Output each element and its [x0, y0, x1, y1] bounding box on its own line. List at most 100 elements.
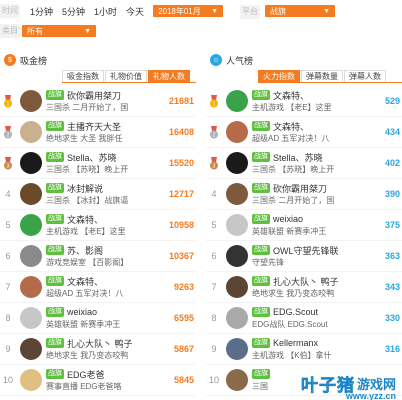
- table-row[interactable]: 7 战旗 文森特、 超级AD 五军对决！八 9263: [0, 272, 196, 303]
- tab-fire-index[interactable]: 火力指数: [258, 70, 300, 82]
- streamer-name[interactable]: 砍你霸用桀刀: [67, 89, 121, 102]
- avatar[interactable]: [20, 183, 42, 205]
- avatar[interactable]: [20, 338, 42, 360]
- avatar[interactable]: [20, 90, 42, 112]
- platform-badge: 战旗: [252, 183, 270, 193]
- platform-badge: 战旗: [46, 183, 64, 193]
- streamer-name[interactable]: 冰封解说: [67, 182, 103, 195]
- avatar[interactable]: [226, 307, 248, 329]
- streamer-name[interactable]: 扎心大队丶 鸭子: [67, 337, 133, 350]
- table-row[interactable]: 5 战旗 文森特、 主机游戏 【老E】这里 10958: [0, 210, 196, 241]
- table-row[interactable]: 8 战旗 weixiao 英雄联盟 新赛季冲王 6595: [0, 303, 196, 334]
- time-option-1min[interactable]: 1分钟: [30, 5, 53, 18]
- time-option-1hour[interactable]: 1小时: [94, 5, 117, 18]
- watermark-url: www.yzz.cn: [345, 391, 396, 400]
- rank-number: 8: [5, 313, 11, 323]
- table-row[interactable]: 8 战旗 EDG.Scout EDG战队 EDG.Scout 330: [206, 303, 402, 334]
- stream-description: 绝地求生 我乃变态咬鸭: [252, 288, 335, 298]
- platform-dropdown[interactable]: 战旗 ▼: [265, 5, 335, 17]
- avatar[interactable]: [226, 245, 248, 267]
- streamer-name[interactable]: 扎心大队丶 鸭子: [273, 275, 339, 288]
- avatar[interactable]: [20, 121, 42, 143]
- people-icon: ☺: [210, 54, 222, 66]
- table-row[interactable]: 2 战旗 文森特、 超级AD 五军对决！八 434: [206, 117, 402, 148]
- streamer-name[interactable]: Stella、苏晓: [67, 151, 117, 164]
- streamer-info: 战旗 文森特、 主机游戏 【老E】这里: [46, 213, 160, 238]
- streamer-name[interactable]: 文森特、: [273, 89, 309, 102]
- rank-value: 6595: [173, 313, 194, 323]
- streamer-name[interactable]: 苏、影阁: [67, 244, 103, 257]
- tab-danmaku-count[interactable]: 弹幕数量: [301, 70, 343, 82]
- table-row[interactable]: 6 战旗 OWL守望先锋联 守望先锋 363: [206, 241, 402, 272]
- rank-value: 375: [384, 220, 400, 230]
- table-row[interactable]: 7 战旗 扎心大队丶 鸭子 绝地求生 我乃变态咬鸭 343: [206, 272, 402, 303]
- stream-description: 绝地求生 我乃变态咬鸭: [46, 350, 129, 360]
- table-row[interactable]: 3 战旗 Stella、苏晓 三国杀 【苏晓】晚上开 15520: [0, 148, 196, 179]
- platform-badge: 战旗: [252, 307, 270, 317]
- avatar[interactable]: [226, 121, 248, 143]
- avatar[interactable]: [226, 369, 248, 391]
- streamer-info: 战旗 文森特、 主机游戏 【老E】这里: [252, 89, 372, 114]
- streamer-name[interactable]: 主播齐天大圣: [67, 120, 121, 133]
- streamer-info: 战旗 扎心大队丶 鸭子 绝地求生 我乃变态咬鸭: [252, 275, 372, 300]
- avatar[interactable]: [20, 152, 42, 174]
- platform-badge: 战旗: [46, 152, 64, 162]
- tab-danmaku-users[interactable]: 弹幕人数: [344, 70, 386, 82]
- avatar[interactable]: [20, 245, 42, 267]
- stream-description: 三国杀 二月开始了，国: [46, 102, 129, 112]
- table-row[interactable]: 9 战旗 扎心大队丶 鸭子 绝地求生 我乃变态咬鸭 5867: [0, 334, 196, 365]
- streamer-name[interactable]: EDG老爸: [67, 368, 105, 381]
- streamer-info: 战旗 Stella、苏晓 三国杀 【苏晓】晚上开: [46, 151, 160, 176]
- avatar[interactable]: [20, 307, 42, 329]
- medal-icon: 3: [4, 156, 12, 169]
- streamer-name[interactable]: Stella、苏晓: [273, 151, 323, 164]
- time-option-5min[interactable]: 5分钟: [62, 5, 85, 18]
- tab-gold-index[interactable]: 吸金指数: [62, 70, 104, 82]
- avatar[interactable]: [226, 183, 248, 205]
- streamer-name[interactable]: 文森特、: [273, 120, 309, 133]
- avatar[interactable]: [20, 214, 42, 236]
- table-row[interactable]: 10 战旗 EDG老爸 赛事直播 EDG老爸咯 5845: [0, 365, 196, 396]
- streamer-info: 战旗 砍你霸用桀刀 三国杀 二月开始了，国: [46, 89, 160, 114]
- streamer-name[interactable]: Kellermanx: [273, 338, 318, 348]
- platform-badge: 战旗: [252, 338, 270, 348]
- streamer-name[interactable]: EDG.Scout: [273, 307, 318, 317]
- rank-value: 343: [384, 282, 400, 292]
- table-row[interactable]: 6 战旗 苏、影阁 游戏竞娱室 【百影阁】 10367: [0, 241, 196, 272]
- table-row[interactable]: 5 战旗 weixiao 英雄联盟 新赛季冲王 375: [206, 210, 402, 241]
- rank-value: 390: [384, 189, 400, 199]
- avatar[interactable]: [20, 276, 42, 298]
- table-row[interactable]: 9 战旗 Kellermanx 主机游戏 【K伯】拿什 316: [206, 334, 402, 365]
- time-option-today[interactable]: 今天: [126, 5, 144, 18]
- table-row[interactable]: 1 战旗 砍你霸用桀刀 三国杀 二月开始了，国 21681: [0, 86, 196, 117]
- streamer-name[interactable]: 文森特、: [67, 275, 103, 288]
- dollar-icon: $: [4, 54, 16, 66]
- avatar[interactable]: [226, 152, 248, 174]
- tab-gift-count[interactable]: 礼物人数: [148, 70, 190, 82]
- streamer-name[interactable]: OWL守望先锋联: [273, 244, 339, 257]
- category-dropdown[interactable]: 所有 ▼: [22, 25, 96, 37]
- table-row[interactable]: 4 战旗 砍你霸用桀刀 三国杀 二月开始了，国 390: [206, 179, 402, 210]
- streamer-name[interactable]: weixiao: [67, 307, 97, 317]
- table-row[interactable]: 4 战旗 冰封解说 三国杀 【冰封】战旗逼 12717: [0, 179, 196, 210]
- stream-description: 超级AD 五军对决！八: [46, 288, 124, 298]
- streamer-name[interactable]: weixiao: [273, 214, 303, 224]
- table-row[interactable]: 2 战旗 主播齐天大圣 绝地求生 大圣 我胖任 16408: [0, 117, 196, 148]
- avatar[interactable]: [226, 276, 248, 298]
- table-row[interactable]: 1 战旗 文森特、 主机游戏 【老E】这里 529: [206, 86, 402, 117]
- tab-gift-value[interactable]: 礼物价值: [105, 70, 147, 82]
- month-dropdown[interactable]: 2018年01月 ▼: [153, 5, 224, 17]
- avatar[interactable]: [226, 338, 248, 360]
- avatar[interactable]: [226, 90, 248, 112]
- table-row[interactable]: 3 战旗 Stella、苏晓 三国杀 【苏晓】晚上开 402: [206, 148, 402, 179]
- category-filter-row: 类目 所有 ▼: [0, 23, 96, 39]
- medal-icon: 2: [210, 125, 218, 138]
- streamer-info: 战旗 苏、影阁 游戏竞娱室 【百影阁】: [46, 244, 160, 269]
- platform-badge: 战旗: [46, 307, 64, 317]
- streamer-name[interactable]: 文森特、: [67, 213, 103, 226]
- avatar[interactable]: [226, 214, 248, 236]
- streamer-info: 战旗 Kellermanx 主机游戏 【K伯】拿什: [252, 337, 372, 362]
- popularity-rank-list: 1 战旗 文森特、 主机游戏 【老E】这里 529 2 战旗 文森特、 超级AD 五军对决！八 4…: [206, 86, 402, 396]
- avatar[interactable]: [20, 369, 42, 391]
- streamer-name[interactable]: 砍你霸用桀刀: [273, 182, 327, 195]
